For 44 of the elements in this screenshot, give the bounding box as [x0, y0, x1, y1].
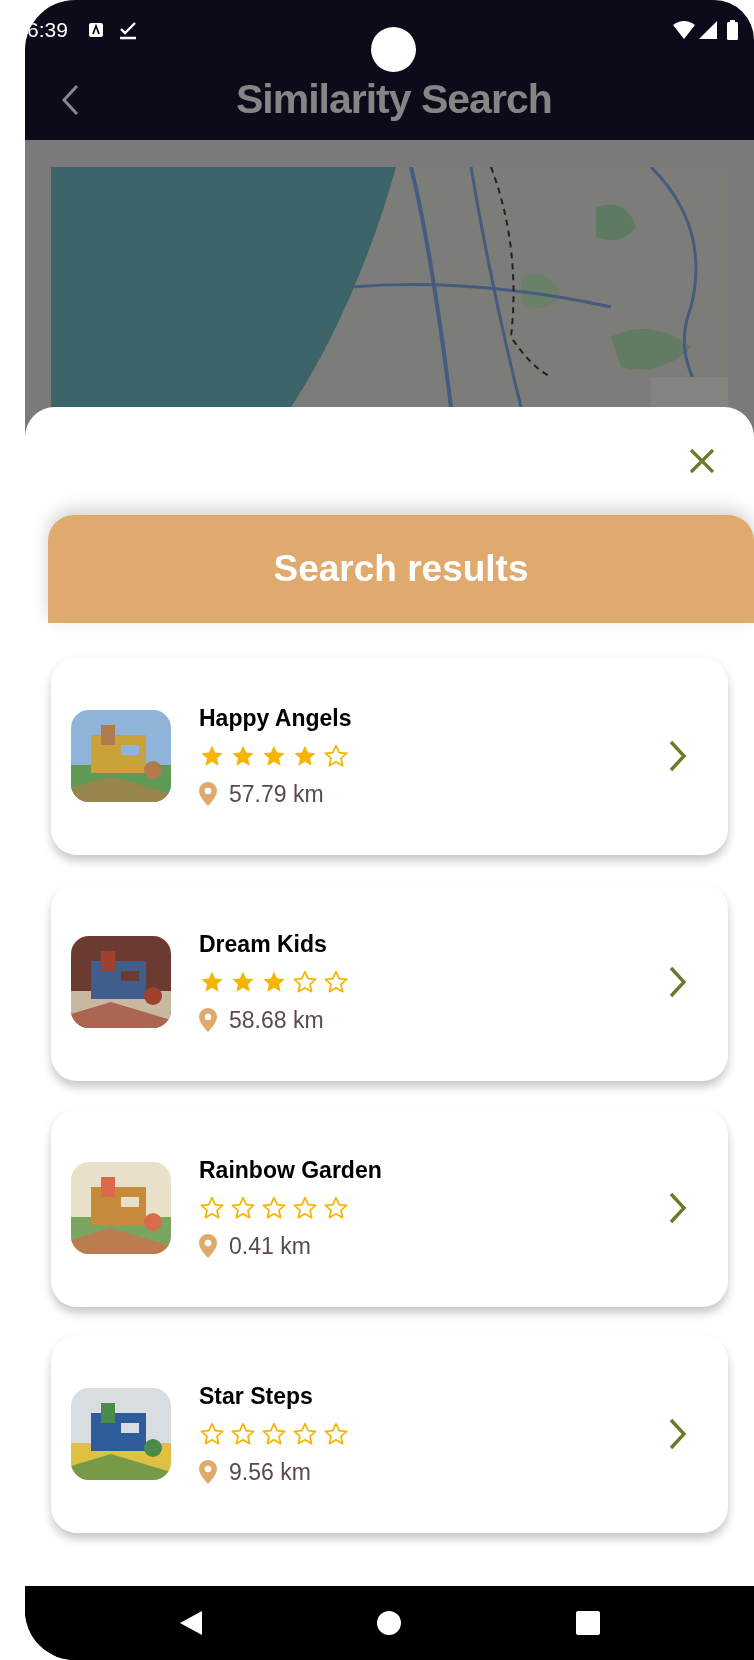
result-card[interactable]: Happy Angels 57.79 km: [51, 657, 728, 855]
result-name: Star Steps: [199, 1381, 314, 1411]
location-pin-icon: [199, 1460, 217, 1485]
nav-recents-button[interactable]: [575, 1611, 600, 1635]
camera-icon: [371, 27, 416, 72]
result-name: Dream Kids: [199, 929, 328, 959]
star-outline-icon: [292, 969, 318, 995]
star-outline-icon: [261, 1195, 287, 1221]
star-outline-icon: [230, 1421, 256, 1447]
wifi-icon: [673, 21, 695, 39]
star-outline-icon: [292, 1195, 318, 1221]
chevron-right-icon: [668, 739, 688, 773]
star-outline-icon: [199, 1421, 225, 1447]
distance-text: 9.56 km: [229, 1458, 311, 1487]
star-outline-icon: [199, 1195, 225, 1221]
chevron-right-icon: [668, 1191, 688, 1225]
star-outline-icon: [323, 1421, 349, 1447]
star-outline-icon: [261, 1421, 287, 1447]
nav-back-button[interactable]: [179, 1611, 202, 1635]
distance-text: 57.79 km: [229, 780, 324, 809]
results-header: Search results: [48, 515, 754, 623]
result-name: Rainbow Garden: [199, 1155, 383, 1185]
chevron-right-icon: [668, 965, 688, 999]
result-card[interactable]: Rainbow Garden 0.41 km: [51, 1109, 728, 1307]
chevron-right-icon: [668, 1417, 688, 1451]
nav-home-button[interactable]: [376, 1611, 401, 1635]
star-outline-icon: [323, 743, 349, 769]
distance-text: 58.68 km: [229, 1006, 324, 1035]
page-title: Similarity Search: [236, 75, 552, 125]
result-card[interactable]: Dream Kids 58.68 km: [51, 883, 728, 1081]
star-outline-icon: [323, 1195, 349, 1221]
star-outline-icon: [230, 1195, 256, 1221]
location-pin-icon: [199, 1234, 217, 1259]
keyboard-icon: [87, 22, 104, 38]
signal-icon: [699, 21, 717, 39]
distance-text: 0.41 km: [229, 1232, 311, 1261]
checkmark-icon: [117, 20, 138, 40]
star-outline-icon: [292, 1421, 318, 1447]
result-name: Happy Angels: [199, 703, 353, 733]
star-outline-icon: [323, 969, 349, 995]
location-pin-icon: [199, 782, 217, 807]
battery-icon: [727, 20, 738, 40]
result-card[interactable]: Star Steps 9.56 km: [51, 1335, 728, 1533]
location-pin-icon: [199, 1008, 217, 1033]
